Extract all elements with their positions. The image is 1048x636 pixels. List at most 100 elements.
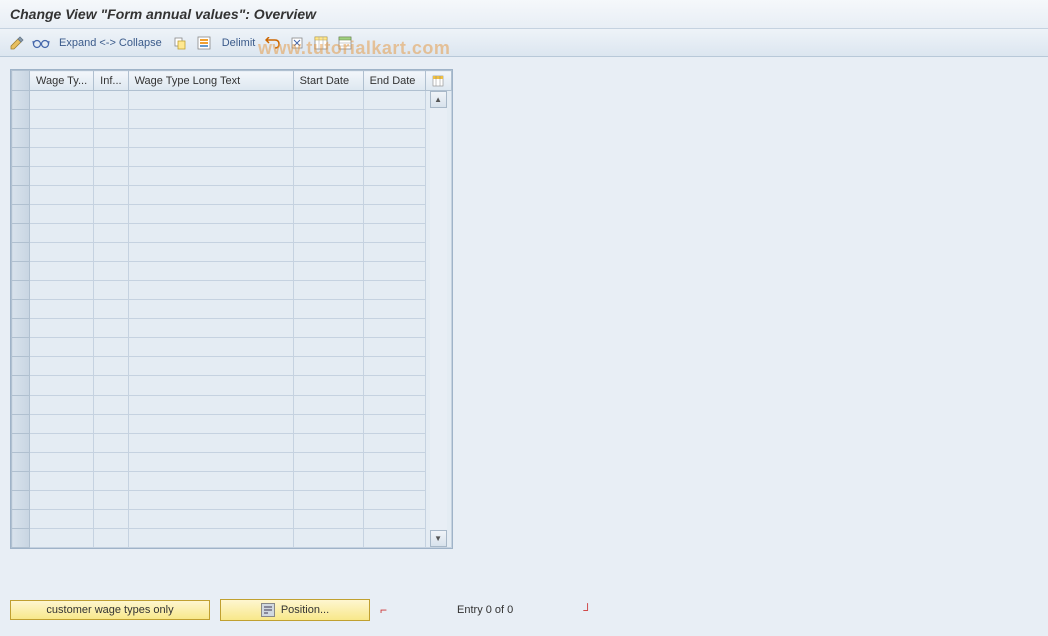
select-all-header[interactable] [12, 71, 30, 91]
cell[interactable] [94, 262, 128, 281]
cell[interactable] [94, 205, 128, 224]
cell[interactable] [363, 262, 425, 281]
cell[interactable] [363, 129, 425, 148]
cell[interactable] [363, 186, 425, 205]
cell[interactable] [128, 129, 293, 148]
cell[interactable] [128, 433, 293, 452]
cell[interactable] [128, 357, 293, 376]
cell[interactable] [128, 167, 293, 186]
cell[interactable] [94, 281, 128, 300]
cut-icon[interactable] [288, 34, 306, 52]
cell[interactable] [293, 224, 363, 243]
cell[interactable] [94, 357, 128, 376]
cell[interactable] [128, 338, 293, 357]
cell[interactable] [293, 300, 363, 319]
cell[interactable] [94, 243, 128, 262]
col-header-inf[interactable]: Inf... [94, 71, 128, 91]
cell[interactable] [128, 452, 293, 471]
cell[interactable] [94, 528, 128, 547]
cell[interactable] [293, 338, 363, 357]
cell[interactable] [94, 110, 128, 129]
cell[interactable] [128, 148, 293, 167]
cell[interactable] [94, 224, 128, 243]
cell[interactable] [293, 528, 363, 547]
col-header-end-date[interactable]: End Date [363, 71, 425, 91]
cell[interactable] [128, 376, 293, 395]
row-selector[interactable] [12, 490, 30, 509]
cell[interactable] [30, 433, 94, 452]
cell[interactable] [363, 205, 425, 224]
cell[interactable] [30, 376, 94, 395]
row-selector[interactable] [12, 262, 30, 281]
row-selector[interactable] [12, 376, 30, 395]
cell[interactable] [94, 186, 128, 205]
cell[interactable] [293, 433, 363, 452]
cell[interactable] [30, 300, 94, 319]
cell[interactable] [30, 262, 94, 281]
cell[interactable] [94, 129, 128, 148]
cell[interactable] [94, 319, 128, 338]
row-selector[interactable] [12, 148, 30, 167]
cell[interactable] [293, 395, 363, 414]
col-header-long-text[interactable]: Wage Type Long Text [128, 71, 293, 91]
vertical-scrollbar[interactable]: ▲ ▼ [425, 91, 451, 548]
row-selector[interactable] [12, 129, 30, 148]
cell[interactable] [30, 338, 94, 357]
cell[interactable] [128, 91, 293, 110]
row-selector[interactable] [12, 452, 30, 471]
cell[interactable] [128, 224, 293, 243]
cell[interactable] [30, 110, 94, 129]
cell[interactable] [128, 395, 293, 414]
cell[interactable] [30, 224, 94, 243]
cell[interactable] [363, 91, 425, 110]
row-selector[interactable] [12, 224, 30, 243]
cell[interactable] [363, 414, 425, 433]
cell[interactable] [363, 243, 425, 262]
col-header-start-date[interactable]: Start Date [293, 71, 363, 91]
cell[interactable] [30, 490, 94, 509]
cell[interactable] [30, 357, 94, 376]
row-selector[interactable] [12, 186, 30, 205]
cell[interactable] [30, 509, 94, 528]
row-selector[interactable] [12, 281, 30, 300]
cell[interactable] [128, 110, 293, 129]
row-selector[interactable] [12, 395, 30, 414]
copy-icon[interactable] [171, 34, 189, 52]
cell[interactable] [30, 414, 94, 433]
cell[interactable] [128, 205, 293, 224]
customer-wage-types-button[interactable]: customer wage types only [10, 600, 210, 620]
row-selector[interactable] [12, 110, 30, 129]
cell[interactable] [293, 281, 363, 300]
table-settings-icon[interactable] [312, 34, 330, 52]
cell[interactable] [363, 319, 425, 338]
cell[interactable] [128, 186, 293, 205]
cell[interactable] [94, 91, 128, 110]
col-header-wage-type[interactable]: Wage Ty... [30, 71, 94, 91]
cell[interactable] [293, 205, 363, 224]
cell[interactable] [363, 452, 425, 471]
cell[interactable] [30, 319, 94, 338]
cell[interactable] [363, 471, 425, 490]
cell[interactable] [128, 471, 293, 490]
cell[interactable] [94, 300, 128, 319]
cell[interactable] [293, 490, 363, 509]
row-selector[interactable] [12, 433, 30, 452]
cell[interactable] [293, 414, 363, 433]
cell[interactable] [293, 357, 363, 376]
row-selector[interactable] [12, 338, 30, 357]
cell[interactable] [30, 452, 94, 471]
cell[interactable] [293, 167, 363, 186]
expand-collapse-button[interactable]: Expand <-> Collapse [56, 37, 165, 49]
cell[interactable] [128, 509, 293, 528]
glasses-icon[interactable] [32, 34, 50, 52]
cell[interactable] [30, 186, 94, 205]
cell[interactable] [363, 148, 425, 167]
cell[interactable] [94, 148, 128, 167]
cell[interactable] [94, 433, 128, 452]
cell[interactable] [293, 110, 363, 129]
cell[interactable] [293, 243, 363, 262]
cell[interactable] [363, 167, 425, 186]
row-selector[interactable] [12, 300, 30, 319]
row-selector[interactable] [12, 319, 30, 338]
cell[interactable] [128, 300, 293, 319]
